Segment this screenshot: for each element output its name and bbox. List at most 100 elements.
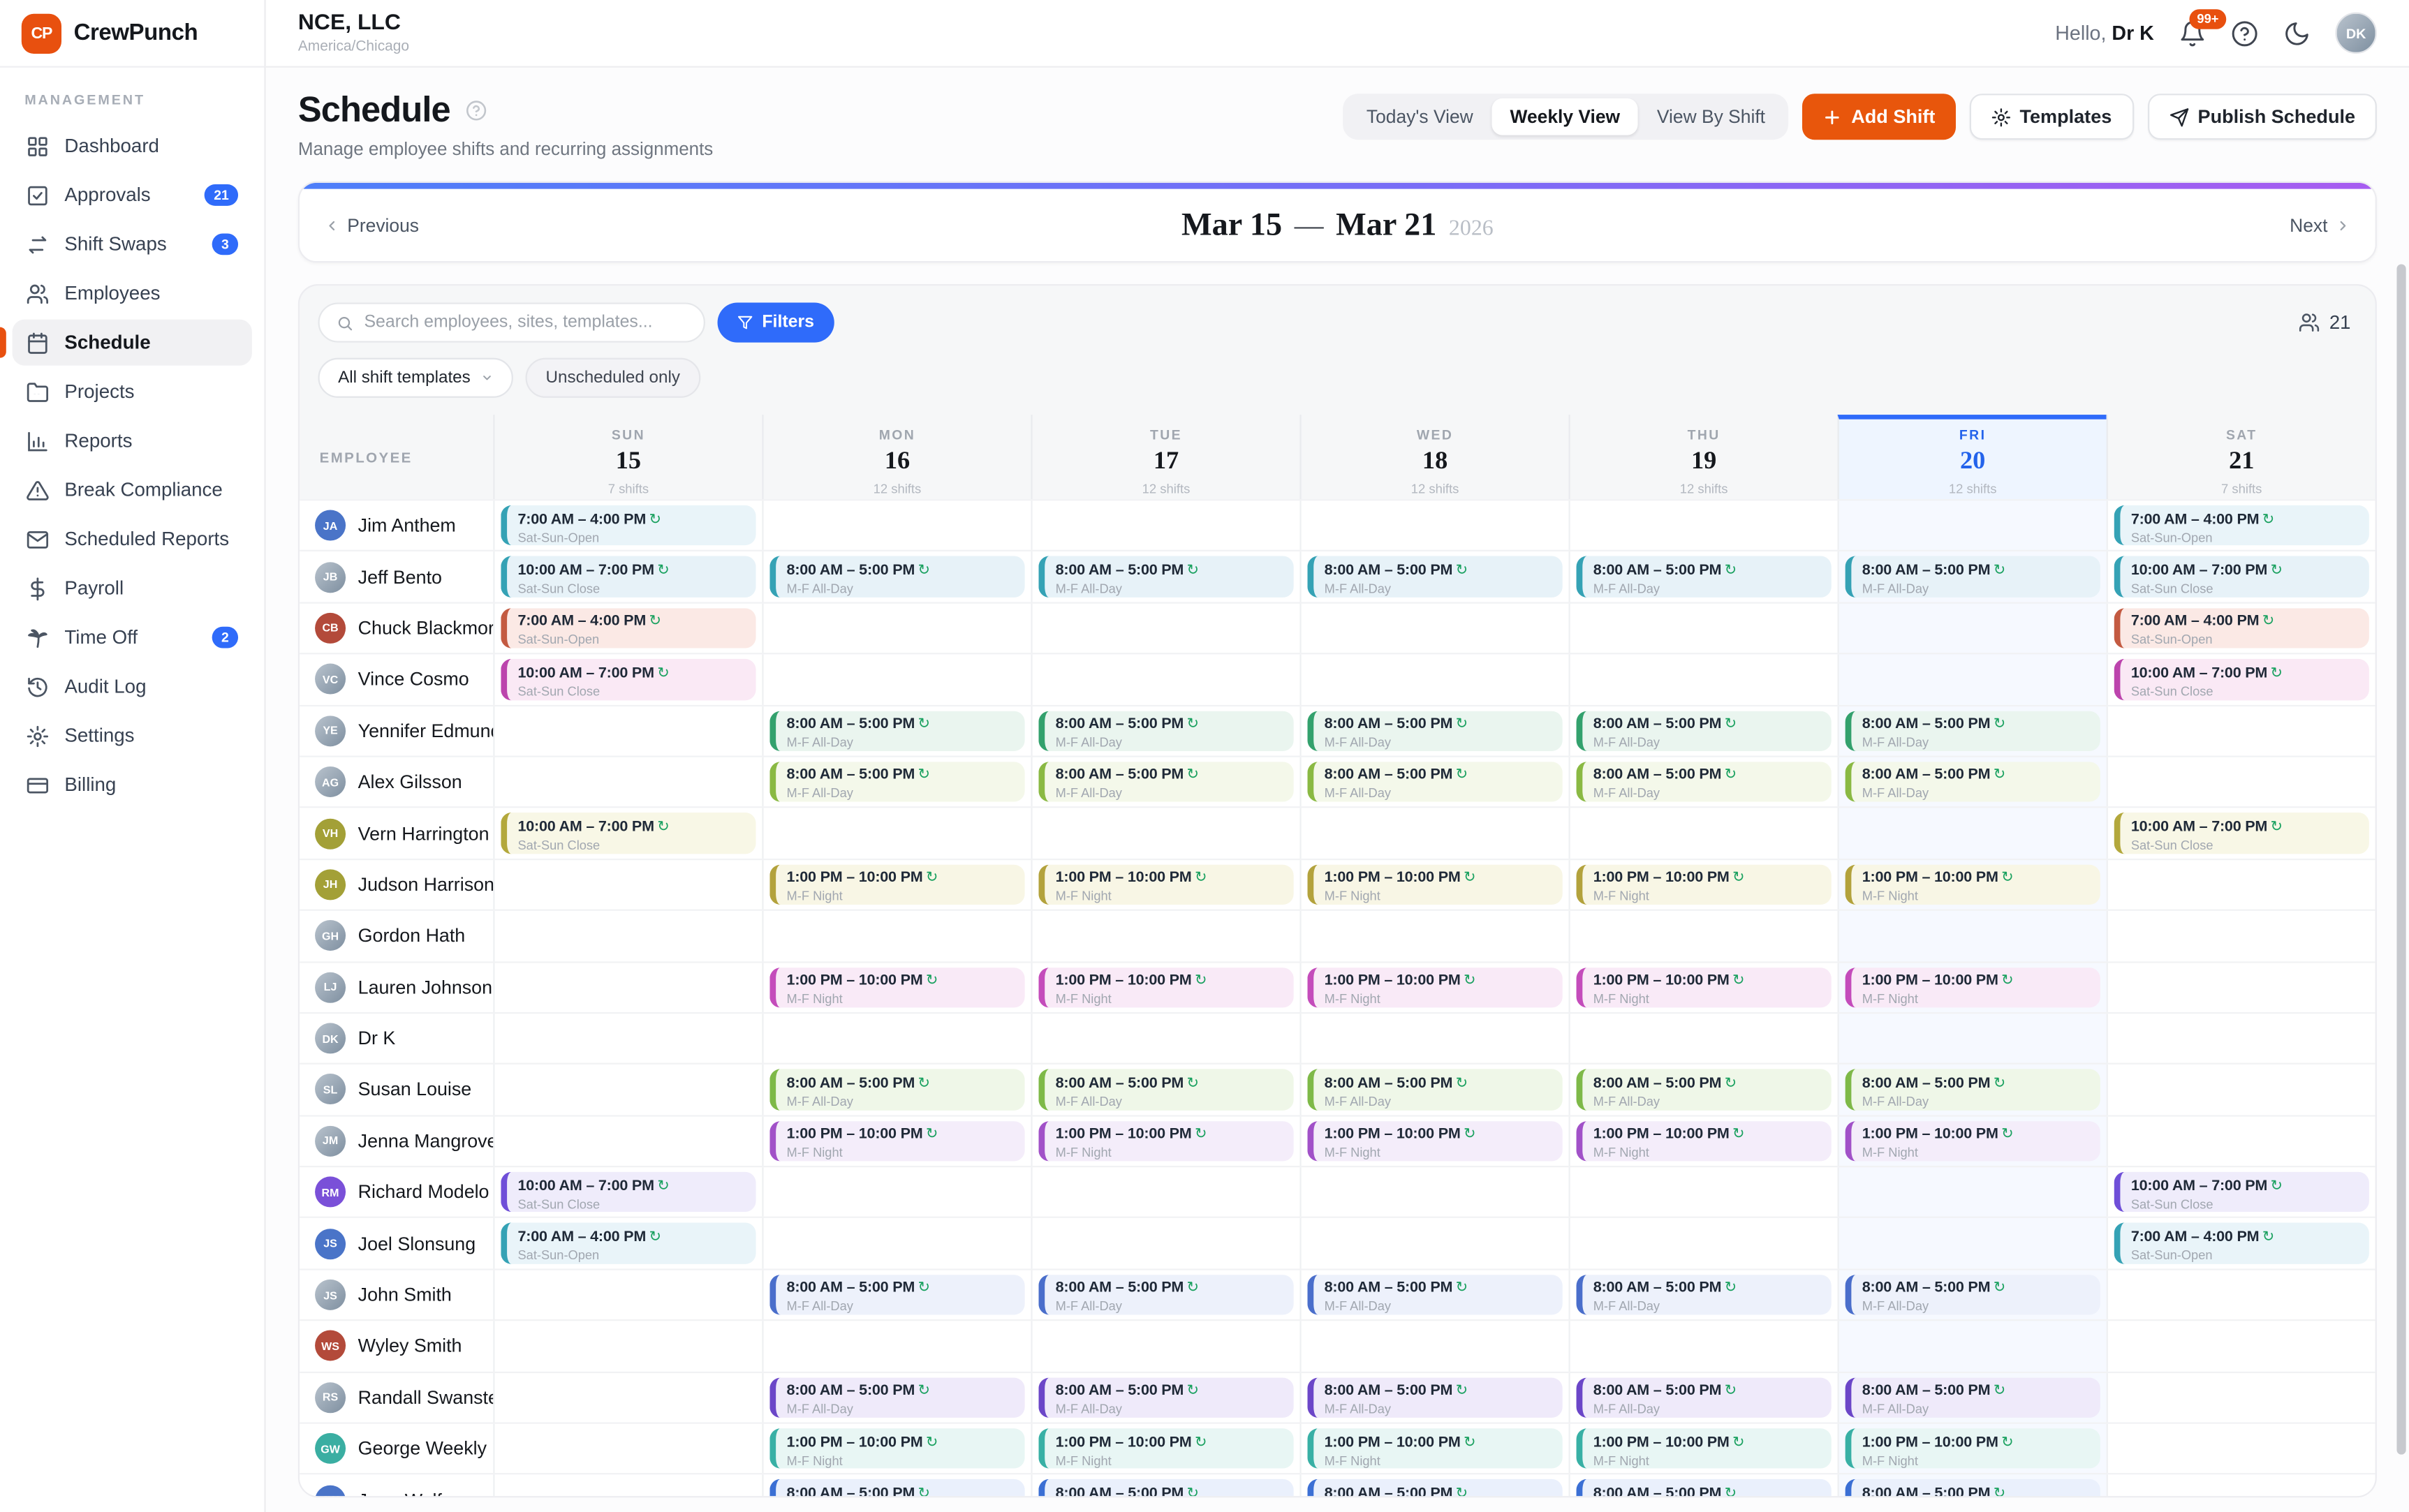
- employee-cell[interactable]: JBJeff Bento: [300, 552, 493, 602]
- schedule-cell[interactable]: [1569, 1167, 1838, 1217]
- shift-chip[interactable]: 8:00 AM – 5:00 PM↻M-F All-Day: [1577, 1377, 1832, 1418]
- schedule-cell[interactable]: [1031, 808, 1299, 858]
- schedule-cell[interactable]: [1299, 808, 1568, 858]
- schedule-cell[interactable]: 8:00 AM – 5:00 PM↻M-F All-Day: [1299, 1475, 1568, 1497]
- schedule-cell[interactable]: 1:00 PM – 10:00 PM↻M-F Night: [1569, 1424, 1838, 1474]
- employee-cell[interactable]: YEYennifer Edmundo: [300, 706, 493, 755]
- shift-chip[interactable]: 1:00 PM – 10:00 PM↻M-F Night: [769, 1428, 1024, 1469]
- schedule-cell[interactable]: [2107, 1372, 2375, 1422]
- schedule-cell[interactable]: [493, 963, 762, 1012]
- schedule-cell[interactable]: [1031, 603, 1299, 653]
- schedule-cell[interactable]: [1031, 655, 1299, 704]
- schedule-cell[interactable]: 1:00 PM – 10:00 PM↻M-F Night: [1299, 963, 1568, 1012]
- schedule-cell[interactable]: [762, 808, 1031, 858]
- shift-chip[interactable]: 8:00 AM – 5:00 PM↻M-F All-Day: [1307, 556, 1562, 597]
- schedule-cell[interactable]: 8:00 AM – 5:00 PM↻M-F All-Day: [1569, 1270, 1838, 1319]
- schedule-cell[interactable]: 8:00 AM – 5:00 PM↻M-F All-Day: [1569, 1475, 1838, 1497]
- schedule-cell[interactable]: 8:00 AM – 5:00 PM↻M-F All-Day: [1031, 1372, 1299, 1422]
- schedule-cell[interactable]: [1838, 1219, 2107, 1268]
- shift-chip[interactable]: 8:00 AM – 5:00 PM↻M-F All-Day: [1307, 1480, 1562, 1497]
- day-header-sun[interactable]: SUN157 shifts: [493, 415, 762, 499]
- schedule-cell[interactable]: 1:00 PM – 10:00 PM↻M-F Night: [1299, 860, 1568, 910]
- shift-chip[interactable]: 7:00 AM – 4:00 PM↻Sat-Sun-Open: [2114, 608, 2369, 648]
- schedule-cell[interactable]: [1299, 1167, 1568, 1217]
- shift-template-dropdown[interactable]: All shift templates: [318, 358, 513, 398]
- search-box[interactable]: [318, 302, 705, 342]
- schedule-cell[interactable]: 1:00 PM – 10:00 PM↻M-F Night: [762, 1424, 1031, 1474]
- schedule-cell[interactable]: [762, 1219, 1031, 1268]
- schedule-cell[interactable]: [493, 1116, 762, 1166]
- schedule-cell[interactable]: [762, 1321, 1031, 1371]
- search-input[interactable]: [364, 313, 686, 332]
- shift-chip[interactable]: 8:00 AM – 5:00 PM↻M-F All-Day: [1307, 711, 1562, 751]
- schedule-cell[interactable]: 8:00 AM – 5:00 PM↻M-F All-Day: [762, 706, 1031, 755]
- schedule-cell[interactable]: [493, 1372, 762, 1422]
- schedule-cell[interactable]: [493, 757, 762, 807]
- schedule-cell[interactable]: [1031, 1321, 1299, 1371]
- shift-chip[interactable]: 10:00 AM – 7:00 PM↻Sat-Sun Close: [2114, 659, 2369, 699]
- employee-cell[interactable]: AGAlex Gilsson: [300, 757, 493, 807]
- schedule-cell[interactable]: 8:00 AM – 5:00 PM↻M-F All-Day: [1299, 1270, 1568, 1319]
- employee-cell[interactable]: JSJoel Slonsung: [300, 1219, 493, 1268]
- employee-cell[interactable]: DKDr K: [300, 1014, 493, 1063]
- schedule-cell[interactable]: 8:00 AM – 5:00 PM↻M-F All-Day: [762, 757, 1031, 807]
- schedule-cell[interactable]: 1:00 PM – 10:00 PM↻M-F Night: [1031, 1116, 1299, 1166]
- schedule-cell[interactable]: 8:00 AM – 5:00 PM↻M-F All-Day: [1838, 1270, 2107, 1319]
- schedule-cell[interactable]: [1299, 1014, 1568, 1063]
- schedule-cell[interactable]: [493, 706, 762, 755]
- sidebar-item-schedule[interactable]: Schedule: [13, 320, 252, 366]
- schedule-cell[interactable]: 7:00 AM – 4:00 PM↻Sat-Sun-Open: [2107, 501, 2375, 550]
- shift-chip[interactable]: 8:00 AM – 5:00 PM↻M-F All-Day: [769, 1480, 1024, 1497]
- employee-cell[interactable]: VHVern Harrington: [300, 808, 493, 858]
- page-help-icon[interactable]: [466, 99, 487, 121]
- schedule-cell[interactable]: [1569, 1321, 1838, 1371]
- sidebar-item-billing[interactable]: Billing: [13, 762, 252, 808]
- previous-week-button[interactable]: Previous: [324, 214, 419, 236]
- shift-chip[interactable]: 1:00 PM – 10:00 PM↻M-F Night: [1307, 864, 1562, 905]
- schedule-cell[interactable]: 8:00 AM – 5:00 PM↻M-F All-Day: [762, 1372, 1031, 1422]
- help-icon[interactable]: [2231, 20, 2259, 47]
- schedule-cell[interactable]: 1:00 PM – 10:00 PM↻M-F Night: [1569, 860, 1838, 910]
- employee-cell[interactable]: GHGordon Hath: [300, 911, 493, 961]
- sidebar-item-employees[interactable]: Employees: [13, 270, 252, 316]
- shift-chip[interactable]: 1:00 PM – 10:00 PM↻M-F Night: [1577, 967, 1832, 1007]
- schedule-cell[interactable]: [762, 911, 1031, 961]
- schedule-cell[interactable]: [2107, 860, 2375, 910]
- templates-button[interactable]: Templates: [1969, 94, 2133, 140]
- shift-chip[interactable]: 8:00 AM – 5:00 PM↻M-F All-Day: [1577, 556, 1832, 597]
- schedule-cell[interactable]: [1569, 655, 1838, 704]
- employee-cell[interactable]: RSRandall Swanstein: [300, 1372, 493, 1422]
- schedule-cell[interactable]: [2107, 1116, 2375, 1166]
- shift-chip[interactable]: 1:00 PM – 10:00 PM↻M-F Night: [1038, 864, 1293, 905]
- employee-cell[interactable]: GWGeorge Weekly: [300, 1424, 493, 1474]
- shift-chip[interactable]: 1:00 PM – 10:00 PM↻M-F Night: [1038, 1121, 1293, 1162]
- shift-chip[interactable]: 8:00 AM – 5:00 PM↻M-F All-Day: [1038, 711, 1293, 751]
- schedule-cell[interactable]: 8:00 AM – 5:00 PM↻M-F All-Day: [762, 1475, 1031, 1497]
- schedule-cell[interactable]: 8:00 AM – 5:00 PM↻M-F All-Day: [762, 552, 1031, 602]
- dark-mode-moon-icon[interactable]: [2283, 20, 2311, 47]
- shift-chip[interactable]: 8:00 AM – 5:00 PM↻M-F All-Day: [1577, 1275, 1832, 1315]
- shift-chip[interactable]: 8:00 AM – 5:00 PM↻M-F All-Day: [1846, 556, 2100, 597]
- shift-chip[interactable]: 7:00 AM – 4:00 PM↻Sat-Sun-Open: [501, 1223, 756, 1263]
- schedule-cell[interactable]: 8:00 AM – 5:00 PM↻M-F All-Day: [1299, 1372, 1568, 1422]
- schedule-cell[interactable]: 8:00 AM – 5:00 PM↻M-F All-Day: [1569, 757, 1838, 807]
- schedule-cell[interactable]: 8:00 AM – 5:00 PM↻M-F All-Day: [1299, 757, 1568, 807]
- schedule-cell[interactable]: [1299, 501, 1568, 550]
- shift-chip[interactable]: 1:00 PM – 10:00 PM↻M-F Night: [1577, 1428, 1832, 1469]
- shift-chip[interactable]: 8:00 AM – 5:00 PM↻M-F All-Day: [769, 711, 1024, 751]
- add-shift-button[interactable]: Add Shift: [1802, 94, 1955, 140]
- schedule-cell[interactable]: [2107, 706, 2375, 755]
- schedule-cell[interactable]: 8:00 AM – 5:00 PM↻M-F All-Day: [1031, 552, 1299, 602]
- schedule-cell[interactable]: [493, 911, 762, 961]
- schedule-cell[interactable]: [1838, 1167, 2107, 1217]
- schedule-cell[interactable]: 8:00 AM – 5:00 PM↻M-F All-Day: [762, 1270, 1031, 1319]
- schedule-cell[interactable]: 8:00 AM – 5:00 PM↻M-F All-Day: [1299, 1065, 1568, 1114]
- schedule-cell[interactable]: 7:00 AM – 4:00 PM↻Sat-Sun-Open: [2107, 603, 2375, 653]
- shift-chip[interactable]: 8:00 AM – 5:00 PM↻M-F All-Day: [1038, 1275, 1293, 1315]
- shift-chip[interactable]: 1:00 PM – 10:00 PM↻M-F Night: [769, 864, 1024, 905]
- schedule-cell[interactable]: [1569, 603, 1838, 653]
- schedule-cell[interactable]: 8:00 AM – 5:00 PM↻M-F All-Day: [1031, 1065, 1299, 1114]
- user-avatar[interactable]: DK: [2335, 13, 2376, 54]
- schedule-cell[interactable]: 8:00 AM – 5:00 PM↻M-F All-Day: [1569, 1065, 1838, 1114]
- employee-cell[interactable]: LJLauren Johnson: [300, 963, 493, 1012]
